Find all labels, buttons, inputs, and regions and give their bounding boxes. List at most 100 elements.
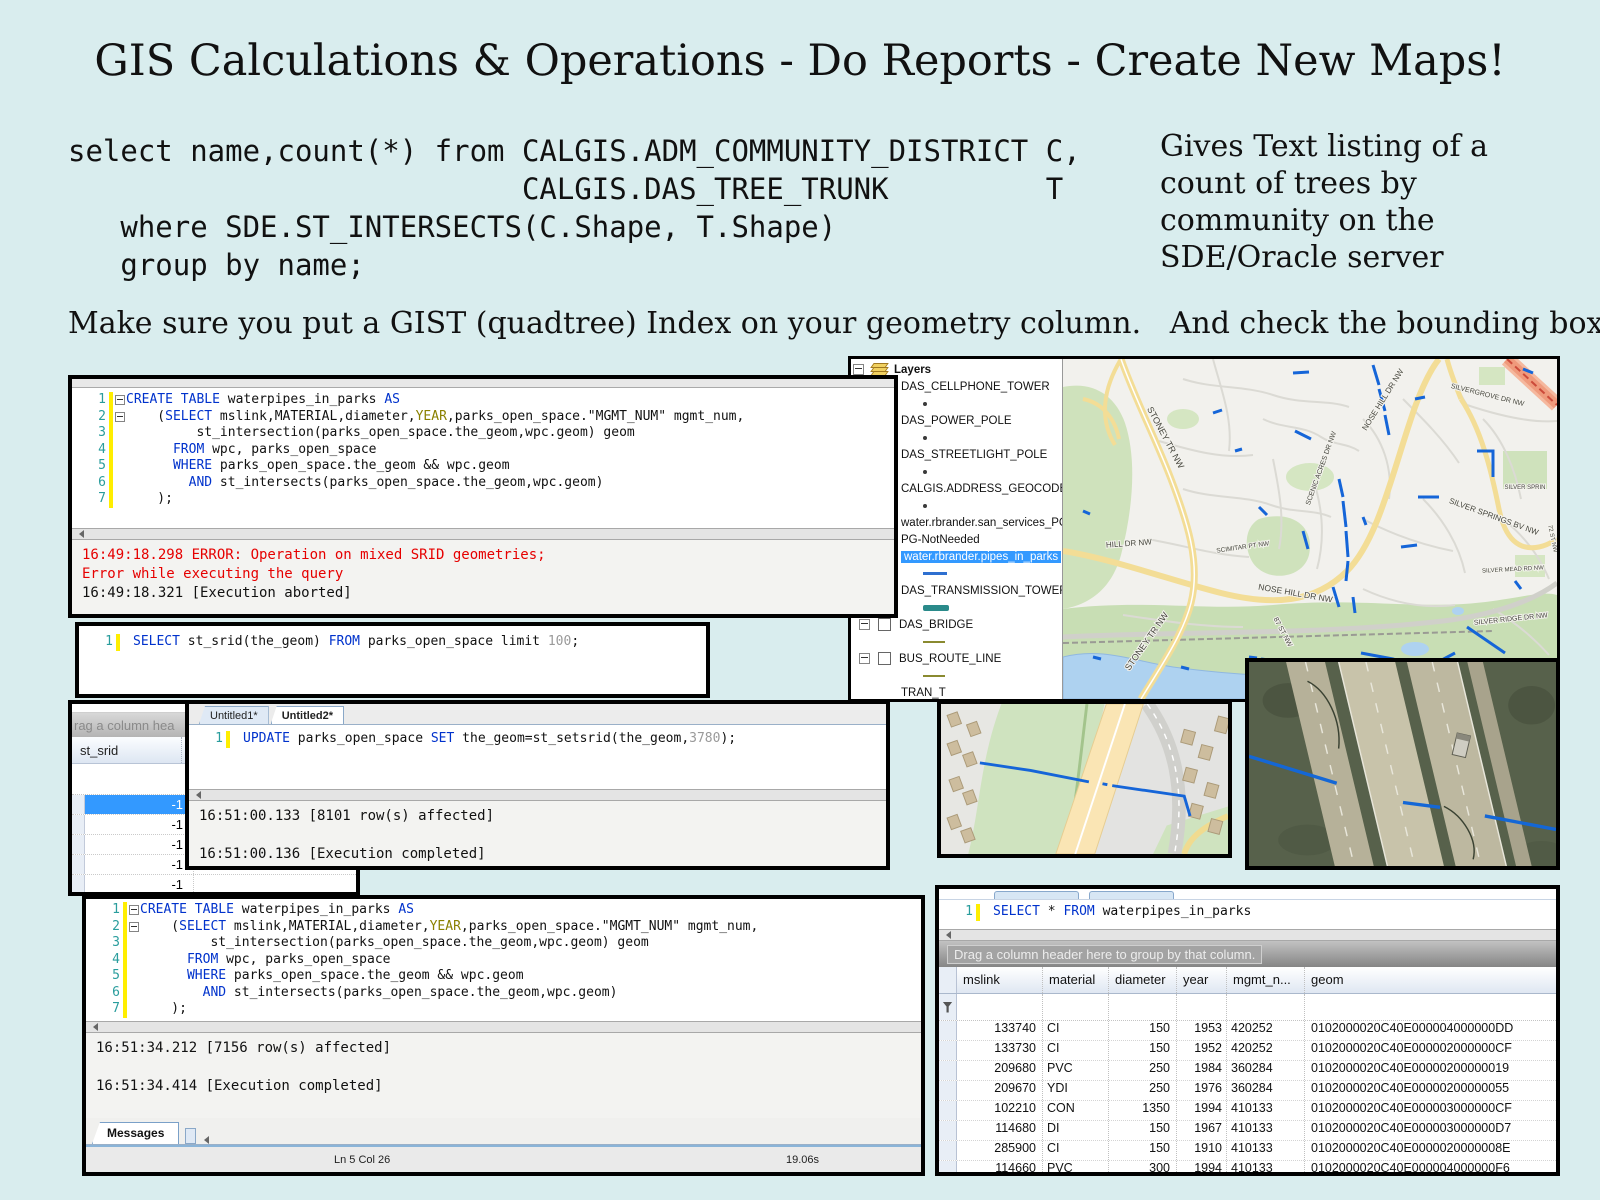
layer-checkbox[interactable] [878,618,891,631]
tab-untitled1[interactable]: Untitled1* [199,706,269,724]
code-line[interactable]: 1SELECT st_srid(the_geom) FROM parks_ope… [79,634,706,651]
filter-cell[interactable] [1177,994,1227,1020]
code-line[interactable]: 2 (SELECT mslink,MATERIAL,diameter,YEAR,… [72,409,894,426]
row-selector[interactable] [939,1061,957,1080]
layer-label[interactable]: water.rbrander.pipes_in_parks [901,551,1061,563]
tab-stub[interactable] [994,891,1079,899]
layer-label[interactable]: DAS_POWER_POLE [901,415,1012,427]
tab-untitled2[interactable]: Untitled2* [271,706,344,724]
code-line[interactable]: 3 st_intersection(parks_open_space.the_g… [86,935,921,952]
collapse-icon[interactable] [115,395,125,405]
grid-header-row: mslinkmaterialdiameteryearmgmt_n...geom [939,967,1556,994]
code-line[interactable]: 6 AND st_intersects(parks_open_space.the… [72,475,894,492]
table-row[interactable]: 133730CI15019524202520102000020C40E00000… [939,1041,1556,1061]
tab-messages[interactable]: Messages [92,1122,179,1144]
code-area[interactable]: 1SELECT * FROM waterpipes_in_parks [939,899,1556,929]
layer-label[interactable]: DAS_CELLPHONE_TOWER [901,381,1050,393]
row-selector[interactable] [939,1041,957,1060]
layer-item[interactable]: TRAN_T [851,684,1062,699]
column-header[interactable]: diameter [1109,967,1177,993]
column-header[interactable]: geom [1305,967,1556,993]
collapse-icon[interactable] [859,653,870,664]
code-area[interactable]: 1UPDATE parks_open_space SET the_geom=st… [189,725,886,789]
table-row[interactable]: 114680DI15019674101330102000020C40E00000… [939,1121,1556,1141]
table-row[interactable]: 209670YDI25019763602840102000020C40E0000… [939,1081,1556,1101]
code-line[interactable]: 1CREATE TABLE waterpipes_in_parks AS [86,902,921,919]
column-header[interactable]: mgmt_n... [1227,967,1305,993]
layer-item[interactable]: DAS_BRIDGE [851,616,1062,633]
code-line[interactable]: 5 WHERE parks_open_space.the_geom && wpc… [86,968,921,985]
horizontal-scrollbar[interactable] [72,528,894,540]
row-selector[interactable] [72,875,85,894]
row-selector[interactable] [939,1021,957,1040]
column-header[interactable]: mslink [957,967,1043,993]
filter-row[interactable] [939,994,1556,1021]
code-line[interactable]: 6 AND st_intersects(parks_open_space.the… [86,985,921,1002]
layer-label[interactable]: TRAN_T [901,687,946,699]
scroll-left-icon[interactable] [89,1023,98,1031]
code-line[interactable]: 1SELECT * FROM waterpipes_in_parks [939,904,1556,921]
code-line[interactable]: 4 FROM wpc, parks_open_space [86,952,921,969]
code-area[interactable]: 1SELECT st_srid(the_geom) FROM parks_ope… [79,626,706,694]
layer-label[interactable]: water.rbrander.san_services_PG [901,517,1063,529]
column-header[interactable]: year [1177,967,1227,993]
table-row[interactable]: 102210CON135019944101330102000020C40E000… [939,1101,1556,1121]
code-line[interactable]: 7 ); [72,491,894,508]
collapse-icon[interactable] [115,412,125,422]
map-view[interactable]: STONEY TR NWNOSE HILL DR NWSILVERGROVE D… [1063,359,1557,699]
filter-cell[interactable] [1043,994,1109,1020]
row-selector[interactable] [939,1101,957,1120]
horizontal-scrollbar[interactable] [189,789,886,801]
tab-stub[interactable] [1089,891,1174,899]
filter-cell[interactable] [1109,994,1177,1020]
layer-label[interactable]: CALGIS.ADDRESS_GEOCODE_V [901,483,1063,495]
column-header[interactable]: st_srid [72,737,182,763]
row-selector[interactable] [72,855,85,874]
code-line[interactable]: 4 FROM wpc, parks_open_space [72,442,894,459]
collapse-icon[interactable] [859,619,870,630]
scroll-left-icon[interactable] [942,931,951,939]
row-selector[interactable] [72,815,85,834]
row-selector[interactable] [939,1141,957,1160]
horizontal-scrollbar[interactable] [939,929,1556,941]
row-selector[interactable] [72,835,85,854]
code-line[interactable]: 1UPDATE parks_open_space SET the_geom=st… [189,731,886,748]
layer-checkbox[interactable] [878,652,891,665]
row-selector[interactable] [72,795,85,814]
code-area[interactable]: 1CREATE TABLE waterpipes_in_parks AS2 (S… [72,388,894,528]
collapse-icon[interactable] [853,364,864,375]
row-selector[interactable] [939,1081,957,1100]
horizontal-scrollbar[interactable] [86,1021,921,1033]
column-header[interactable]: material [1043,967,1109,993]
table-row[interactable]: 285900CI15019104101330102000020C40E00000… [939,1141,1556,1161]
table-row[interactable]: 133740CI15019534202520102000020C40E00000… [939,1021,1556,1041]
scroll-left-icon[interactable] [200,1136,209,1144]
code-line[interactable]: 5 WHERE parks_open_space.the_geom && wpc… [72,458,894,475]
filter-cell[interactable] [1305,994,1556,1020]
row-selector[interactable] [939,1121,957,1140]
code-text: UPDATE parks_open_space SET the_geom=st_… [243,731,736,748]
scroll-left-icon[interactable] [75,530,84,538]
filter-cell[interactable] [957,994,1043,1020]
filter-icon[interactable] [943,1002,953,1013]
collapse-icon[interactable] [129,922,139,932]
layer-label[interactable]: PG-NotNeeded [901,534,980,546]
layer-label[interactable]: DAS_STREETLIGHT_POLE [901,449,1047,461]
table-row[interactable]: 209680PVC25019843602840102000020C40E0000… [939,1061,1556,1081]
collapse-icon[interactable] [129,905,139,915]
scroll-left-icon[interactable] [192,791,201,799]
code-area[interactable]: 1CREATE TABLE waterpipes_in_parks AS2 (S… [86,899,921,1021]
layer-label[interactable]: DAS_BRIDGE [899,619,973,631]
code-line[interactable]: 7 ); [86,1001,921,1018]
table-row[interactable]: 114660PVC30019944101330102000020C40E0000… [939,1161,1556,1176]
code-line[interactable]: 1CREATE TABLE waterpipes_in_parks AS [72,392,894,409]
layer-item[interactable]: BUS_ROUTE_LINE [851,650,1062,667]
filter-cell[interactable] [1227,994,1305,1020]
table-row[interactable]: -1 [72,875,356,895]
layer-label[interactable]: DAS_TRANSMISSION_TOWER [901,585,1063,597]
code-line[interactable]: 3 st_intersection(parks_open_space.the_g… [72,425,894,442]
code-line[interactable]: 2 (SELECT mslink,MATERIAL,diameter,YEAR,… [86,919,921,936]
fold-column [127,952,140,969]
layer-label[interactable]: BUS_ROUTE_LINE [899,653,1001,665]
row-selector[interactable] [939,1161,957,1176]
